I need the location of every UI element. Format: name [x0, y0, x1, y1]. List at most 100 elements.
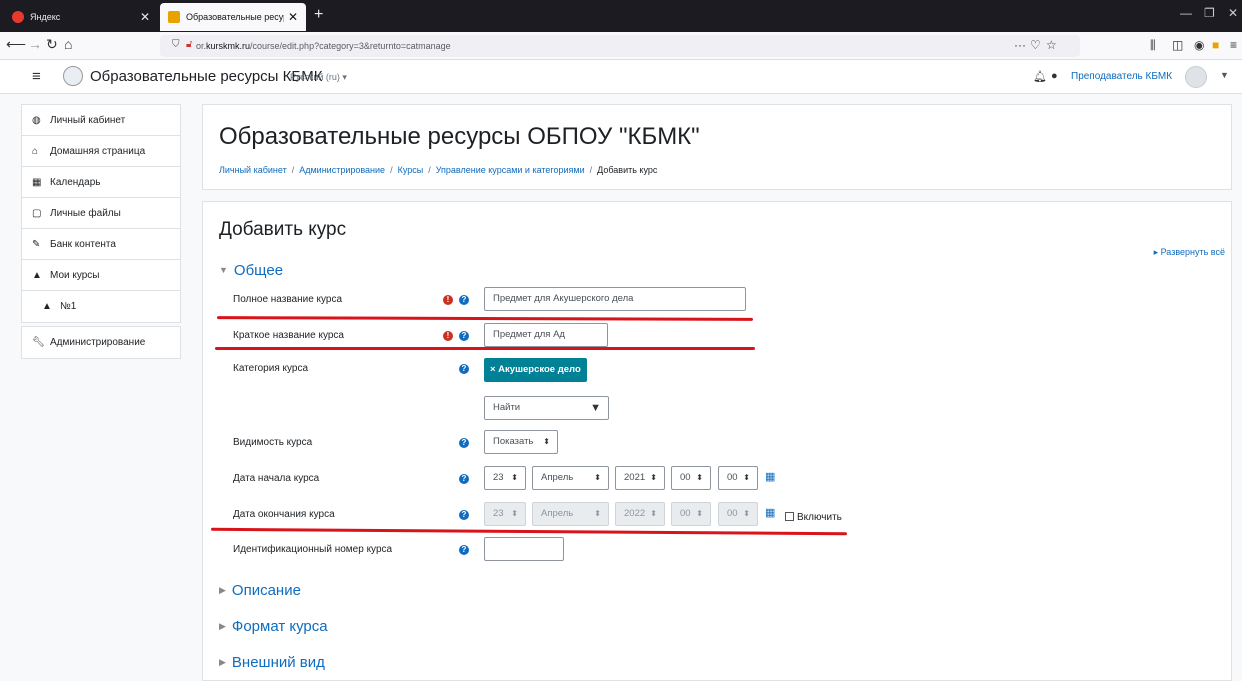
- breadcrumb-dashboard[interactable]: Личный кабинет: [219, 165, 287, 175]
- url-bar[interactable]: or.kurskmk.ru/course/edit.php?category=3…: [160, 35, 1080, 57]
- help-icon[interactable]: ?: [459, 295, 469, 305]
- browser-tab-yandex[interactable]: Яндекс ✕: [4, 3, 158, 31]
- paint-brush-icon: ✎: [32, 238, 41, 250]
- page-actions-icon[interactable]: ···: [1014, 38, 1026, 52]
- pocket-icon[interactable]: ♡: [1030, 38, 1041, 52]
- window-close-icon[interactable]: ✕: [1228, 6, 1238, 20]
- idnumber-input[interactable]: [484, 537, 564, 561]
- nav-item-home[interactable]: ⌂ Домашняя страница: [22, 136, 180, 167]
- nav-item-label: Личные файлы: [50, 207, 121, 219]
- collapse-triangle-icon: ▼: [219, 265, 228, 275]
- notification-bell-icon[interactable]: 🔔︎: [1033, 70, 1047, 83]
- startdate-year-select[interactable]: 2021 ⬍: [615, 466, 665, 490]
- minute-value: 00: [727, 508, 738, 519]
- enddate-year-select[interactable]: 2022 ⬍: [615, 502, 665, 526]
- help-icon[interactable]: ?: [459, 438, 469, 448]
- drawer-toggle-icon[interactable]: ≡: [32, 68, 41, 85]
- enddate-enable-checkbox[interactable]: Включить: [785, 512, 842, 523]
- section-appearance[interactable]: ▶ Внешний вид: [219, 654, 325, 671]
- startdate-day-select[interactable]: 23 ⬍: [484, 466, 526, 490]
- extension-icon[interactable]: ■: [1212, 38, 1219, 52]
- category-tag[interactable]: × Акушерское дело: [484, 358, 587, 382]
- home-icon[interactable]: ⌂: [64, 36, 72, 52]
- fullname-input[interactable]: Предмет для Акушерского дела: [484, 287, 746, 311]
- category-search-select[interactable]: Найти ▼: [484, 396, 609, 420]
- nav-drawer: ◍ Личный кабинет ⌂ Домашняя страница ▦ К…: [21, 104, 181, 323]
- nav-drawer-admin: 🔧︎ Администрирование: [21, 326, 181, 359]
- chevron-down-icon[interactable]: ▼: [1220, 70, 1229, 80]
- month-value: Апрель: [541, 508, 574, 519]
- language-menu[interactable]: Русский (ru) ▾: [290, 72, 347, 83]
- nav-item-course-1[interactable]: ▲ №1: [22, 291, 180, 322]
- help-icon[interactable]: ?: [459, 545, 469, 555]
- bookmark-star-icon[interactable]: ☆: [1046, 38, 1057, 52]
- nav-item-content-bank[interactable]: ✎ Банк контента: [22, 229, 180, 260]
- insecure-lock-icon[interactable]: 🔓︎: [186, 39, 192, 50]
- graduation-cap-icon: ▲: [42, 301, 52, 312]
- select-arrows-icon: ⬍: [696, 473, 703, 482]
- tab-close-icon[interactable]: ✕: [140, 10, 150, 24]
- breadcrumb-courses[interactable]: Курсы: [398, 165, 424, 175]
- avatar[interactable]: [1185, 66, 1207, 88]
- enddate-day-select[interactable]: 23 ⬍: [484, 502, 526, 526]
- menu-icon[interactable]: ≡: [1230, 38, 1237, 52]
- tab-title: Образовательные ресурсы КБ: [186, 12, 284, 22]
- messages-icon[interactable]: ●: [1051, 70, 1058, 82]
- help-icon[interactable]: ?: [459, 364, 469, 374]
- url-prefix: or.: [196, 41, 207, 51]
- enddate-minute-select[interactable]: 00 ⬍: [718, 502, 758, 526]
- maximize-icon[interactable]: ❐: [1204, 6, 1215, 20]
- user-name[interactable]: Преподаватель КБМК: [1071, 71, 1172, 82]
- sidebar-icon[interactable]: ◫: [1172, 38, 1183, 52]
- yandex-favicon-icon: [12, 11, 24, 23]
- help-icon[interactable]: ?: [459, 331, 469, 341]
- calendar-icon[interactable]: ▦: [765, 470, 775, 483]
- required-icon: !: [443, 331, 453, 341]
- breadcrumb: Личный кабинет / Администрирование / Курсы / У…: [219, 165, 658, 175]
- breadcrumb-manage-courses[interactable]: Управление курсами и категориями: [436, 165, 585, 175]
- enddate-month-select[interactable]: Апрель ⬍: [532, 502, 609, 526]
- nav-item-label: Календарь: [50, 176, 101, 188]
- nav-item-dashboard[interactable]: ◍ Личный кабинет: [22, 105, 180, 136]
- browser-tab-active[interactable]: Образовательные ресурсы КБ ✕: [160, 3, 306, 31]
- category-search-placeholder: Найти: [493, 402, 521, 413]
- site-logo[interactable]: [63, 66, 83, 86]
- account-icon[interactable]: ◉: [1194, 38, 1204, 52]
- browser-nav-bar: ⟵ → ↻ ⌂ or.kurskmk.ru/course/edit.php?ca…: [0, 32, 1242, 60]
- shortname-input[interactable]: Предмет для Ад: [484, 323, 608, 347]
- shield-icon[interactable]: ⛉: [172, 39, 180, 50]
- startdate-month-select[interactable]: Апрель ⬍: [532, 466, 609, 490]
- enddate-hour-select[interactable]: 00 ⬍: [671, 502, 711, 526]
- startdate-hour-select[interactable]: 00 ⬍: [671, 466, 711, 490]
- section-description[interactable]: ▶ Описание: [219, 582, 301, 599]
- nav-item-administration[interactable]: 🔧︎ Администрирование: [22, 327, 180, 358]
- minimize-icon[interactable]: —: [1180, 6, 1192, 20]
- forward-icon[interactable]: →: [28, 36, 42, 52]
- nav-item-my-courses[interactable]: ▲ Мои курсы: [22, 260, 180, 291]
- nav-item-calendar[interactable]: ▦ Календарь: [22, 167, 180, 198]
- help-icon[interactable]: ?: [459, 474, 469, 484]
- section-course-format[interactable]: ▶ Формат курса: [219, 618, 328, 635]
- back-icon[interactable]: ⟵: [6, 36, 26, 53]
- nav-item-private-files[interactable]: ▢ Личные файлы: [22, 198, 180, 229]
- breadcrumb-administration[interactable]: Администрирование: [299, 165, 385, 175]
- day-value: 23: [493, 472, 504, 483]
- tab-close-icon[interactable]: ✕: [288, 10, 298, 24]
- hour-value: 00: [680, 508, 691, 519]
- expand-all-link[interactable]: ▸ Развернуть всё: [1154, 247, 1225, 258]
- section-general[interactable]: ▼ Общее: [219, 262, 283, 279]
- site-name[interactable]: Образовательные ресурсы КБМК: [90, 68, 322, 85]
- startdate-minute-select[interactable]: 00 ⬍: [718, 466, 758, 490]
- checkbox[interactable]: [785, 512, 794, 521]
- file-icon: ▢: [32, 207, 42, 219]
- help-icon[interactable]: ?: [459, 510, 469, 520]
- calendar-icon[interactable]: ▦: [765, 506, 775, 519]
- new-tab-icon[interactable]: +: [314, 6, 323, 24]
- category-label: Категория курса: [233, 363, 309, 374]
- enable-label: Включить: [797, 512, 842, 523]
- select-arrows-icon: ⬍: [543, 437, 550, 446]
- library-icon[interactable]: ⫼: [1150, 38, 1156, 53]
- reload-icon[interactable]: ↻: [46, 36, 58, 53]
- visibility-select[interactable]: Показать ⬍: [484, 430, 558, 454]
- nav-item-label: Домашняя страница: [50, 145, 146, 157]
